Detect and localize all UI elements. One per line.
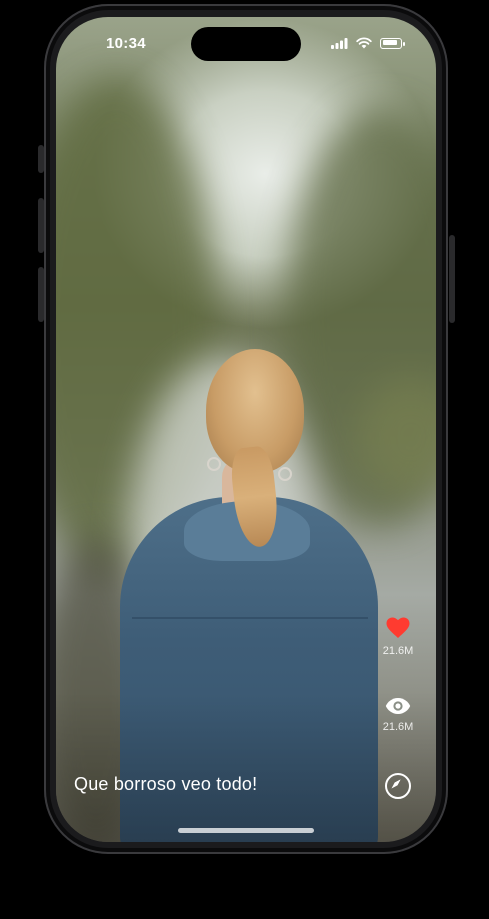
- likes-count: 21.6M: [382, 645, 414, 657]
- heart-icon[interactable]: [386, 617, 410, 639]
- wifi-icon: [356, 37, 372, 49]
- status-bar: 10:34: [56, 17, 436, 69]
- signal-icon: [331, 37, 348, 49]
- home-indicator[interactable]: [178, 828, 314, 833]
- dynamic-island: [191, 27, 301, 61]
- status-time: 10:34: [106, 35, 146, 52]
- action-button: [38, 145, 44, 173]
- earring-right: [278, 467, 292, 481]
- volume-down-button: [38, 267, 44, 322]
- views-count: 21.6M: [382, 721, 414, 733]
- status-icons: [331, 37, 405, 49]
- battery-icon: [380, 37, 405, 49]
- like-action[interactable]: 21.6M: [376, 617, 420, 657]
- views-action[interactable]: 21.6M: [376, 697, 420, 733]
- compass-icon[interactable]: [385, 773, 411, 799]
- post-caption: Que borroso veo todo!: [74, 774, 258, 794]
- earring-left: [207, 457, 221, 471]
- power-button: [449, 235, 455, 323]
- screen[interactable]: 10:34 21.6M 21.6M Que borroso veo todo!: [56, 17, 436, 842]
- volume-up-button: [38, 198, 44, 253]
- eye-icon[interactable]: [385, 697, 411, 715]
- shirt-seam: [132, 617, 368, 619]
